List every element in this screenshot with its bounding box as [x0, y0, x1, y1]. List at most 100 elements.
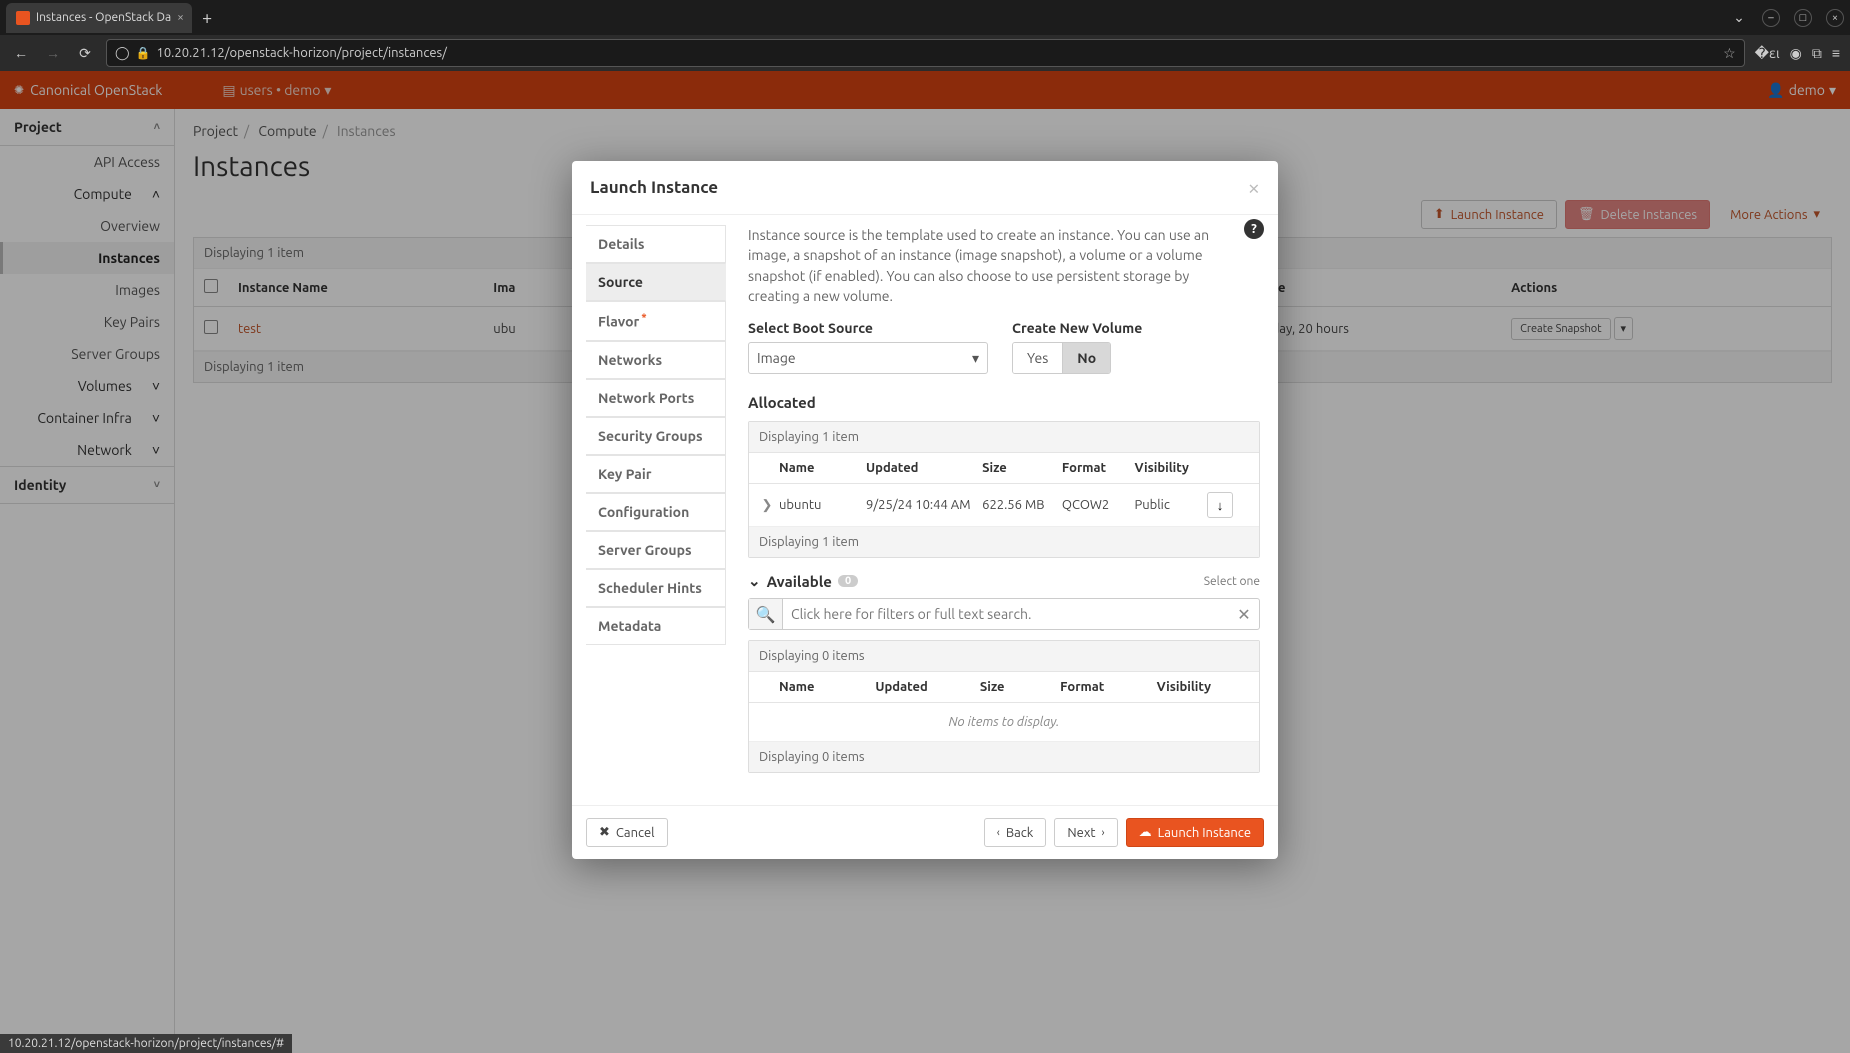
available-info-top: Displaying 0 items [749, 641, 1259, 672]
required-icon: * [641, 312, 646, 324]
url-text: 10.20.21.12/openstack-horizon/project/in… [157, 46, 447, 60]
allocated-info-top: Displaying 1 item [749, 422, 1259, 453]
tab-title: Instances - OpenStack Da [36, 11, 171, 24]
pocket-icon[interactable]: �ει [1755, 45, 1780, 62]
search-input[interactable] [783, 599, 1229, 629]
step-source[interactable]: Source [586, 263, 726, 301]
field-create-volume: Create New Volume Yes No [1012, 320, 1142, 374]
allocated-info-bottom: Displaying 1 item [749, 527, 1259, 557]
source-description: Instance source is the template used to … [748, 225, 1260, 306]
nav-back-icon[interactable]: ← [10, 45, 32, 61]
help-icon[interactable]: ? [1244, 219, 1264, 239]
chevron-down-icon: ⌄ [748, 572, 761, 590]
boot-source-select[interactable]: Image ▾ [748, 342, 988, 374]
browser-statusbar: 10.20.21.12/openstack-horizon/project/in… [0, 1034, 292, 1053]
browser-navbar: ← → ⟳ ◯ 🔒 10.20.21.12/openstack-horizon/… [0, 35, 1850, 71]
window-maximize-button[interactable]: □ [1794, 9, 1812, 27]
available-info-bottom: Displaying 0 items [749, 742, 1259, 772]
step-metadata[interactable]: Metadata [586, 607, 726, 645]
modal-close-icon[interactable]: × [1248, 175, 1260, 200]
lock-icon: 🔒 [136, 46, 151, 60]
available-empty: No items to display. [749, 703, 1259, 742]
col-format[interactable]: Format [1060, 680, 1156, 694]
chevron-left-icon: ‹ [997, 827, 1000, 839]
back-button[interactable]: ‹ Back [984, 818, 1047, 847]
step-label: Flavor [598, 314, 639, 330]
wizard-panel-source: ? Instance source is the template used t… [726, 215, 1278, 787]
step-server-groups[interactable]: Server Groups [586, 531, 726, 569]
launch-instance-submit[interactable]: ☁ Launch Instance [1126, 818, 1264, 847]
launch-instance-modal: Launch Instance × Details Source Flavor*… [572, 161, 1278, 859]
modal-header: Launch Instance × [572, 161, 1278, 215]
button-label: Launch Instance [1158, 826, 1251, 840]
window-minimize-button[interactable]: – [1762, 9, 1780, 27]
col-updated[interactable]: Updated [875, 680, 979, 694]
cell-visibility: Public [1134, 498, 1207, 512]
bookmark-star-icon[interactable]: ☆ [1723, 45, 1736, 62]
col-format[interactable]: Format [1062, 461, 1135, 475]
deallocate-button[interactable]: ↓ [1207, 492, 1233, 518]
expand-row-icon[interactable]: ❯ [755, 498, 779, 513]
step-configuration[interactable]: Configuration [586, 493, 726, 531]
chevron-right-icon: › [1102, 827, 1105, 839]
nav-reload-icon[interactable]: ⟳ [74, 45, 96, 62]
toggle-yes[interactable]: Yes [1013, 343, 1062, 373]
cancel-button[interactable]: ✖ Cancel [586, 818, 668, 847]
cell-format: QCOW2 [1062, 498, 1135, 512]
search-icon: 🔍 [749, 599, 783, 629]
browser-titlebar: Instances - OpenStack Da × + ⌄ – □ × [0, 0, 1850, 35]
col-size[interactable]: Size [982, 461, 1062, 475]
allocated-title: Allocated [748, 394, 1260, 411]
step-security-groups[interactable]: Security Groups [586, 417, 726, 455]
window-controls: ⌄ – □ × [1730, 9, 1844, 27]
col-name[interactable]: Name [779, 680, 875, 694]
extensions-icon[interactable]: ⧉ [1812, 45, 1822, 62]
step-key-pair[interactable]: Key Pair [586, 455, 726, 493]
create-volume-label: Create New Volume [1012, 320, 1142, 336]
url-bar[interactable]: ◯ 🔒 10.20.21.12/openstack-horizon/projec… [106, 39, 1745, 67]
tab-close-icon[interactable]: × [177, 11, 184, 24]
col-updated[interactable]: Updated [866, 461, 982, 475]
cloud-upload-icon: ☁ [1139, 825, 1152, 840]
col-visibility[interactable]: Visibility [1157, 680, 1253, 694]
step-details[interactable]: Details [586, 225, 726, 263]
clear-search-icon[interactable]: ✕ [1229, 599, 1259, 629]
allocated-row: ❯ ubuntu 9/25/24 10:44 AM 622.56 MB QCOW… [749, 484, 1259, 527]
col-name[interactable]: Name [779, 461, 866, 475]
account-icon[interactable]: ◉ [1790, 45, 1802, 62]
shield-icon: ◯ [115, 46, 130, 61]
wizard-steps: Details Source Flavor* Networks Network … [572, 215, 726, 787]
cell-updated: 9/25/24 10:44 AM [866, 498, 982, 512]
modal-footer: ✖ Cancel ‹ Back Next › ☁ Launch Instance [572, 805, 1278, 859]
col-size[interactable]: Size [980, 680, 1060, 694]
available-count: 0 [838, 575, 858, 587]
button-label: Back [1006, 826, 1034, 840]
window-close-button[interactable]: × [1826, 9, 1844, 27]
toggle-no[interactable]: No [1062, 343, 1110, 373]
button-label: Cancel [616, 826, 655, 840]
cell-name: ubuntu [779, 498, 866, 512]
boot-source-value: Image [757, 350, 796, 366]
available-table: Displaying 0 items Name Updated Size For… [748, 640, 1260, 773]
browser-tab[interactable]: Instances - OpenStack Da × [6, 3, 192, 33]
available-header: ⌄ Available 0 Select one [748, 572, 1260, 590]
nav-forward-icon: → [42, 45, 64, 61]
close-icon: ✖ [599, 825, 610, 840]
step-scheduler-hints[interactable]: Scheduler Hints [586, 569, 726, 607]
available-header-row: Name Updated Size Format Visibility [749, 672, 1259, 703]
col-visibility[interactable]: Visibility [1134, 461, 1207, 475]
available-toggle[interactable]: ⌄ Available 0 [748, 572, 858, 590]
select-one-hint: Select one [1204, 575, 1260, 588]
allocated-table: Displaying 1 item Name Updated Size Form… [748, 421, 1260, 558]
page-viewport: ✺ Canonical OpenStack ▤ users • demo ▾ 👤… [0, 71, 1850, 1053]
step-networks[interactable]: Networks [586, 341, 726, 379]
next-button[interactable]: Next › [1054, 818, 1117, 847]
step-network-ports[interactable]: Network Ports [586, 379, 726, 417]
chevron-down-icon[interactable]: ⌄ [1730, 9, 1748, 27]
allocated-header: Name Updated Size Format Visibility [749, 453, 1259, 484]
modal-title: Launch Instance [590, 178, 718, 197]
step-flavor[interactable]: Flavor* [586, 301, 726, 341]
new-tab-button[interactable]: + [202, 8, 212, 28]
menu-icon[interactable]: ≡ [1832, 45, 1840, 61]
button-label: Next [1067, 826, 1095, 840]
